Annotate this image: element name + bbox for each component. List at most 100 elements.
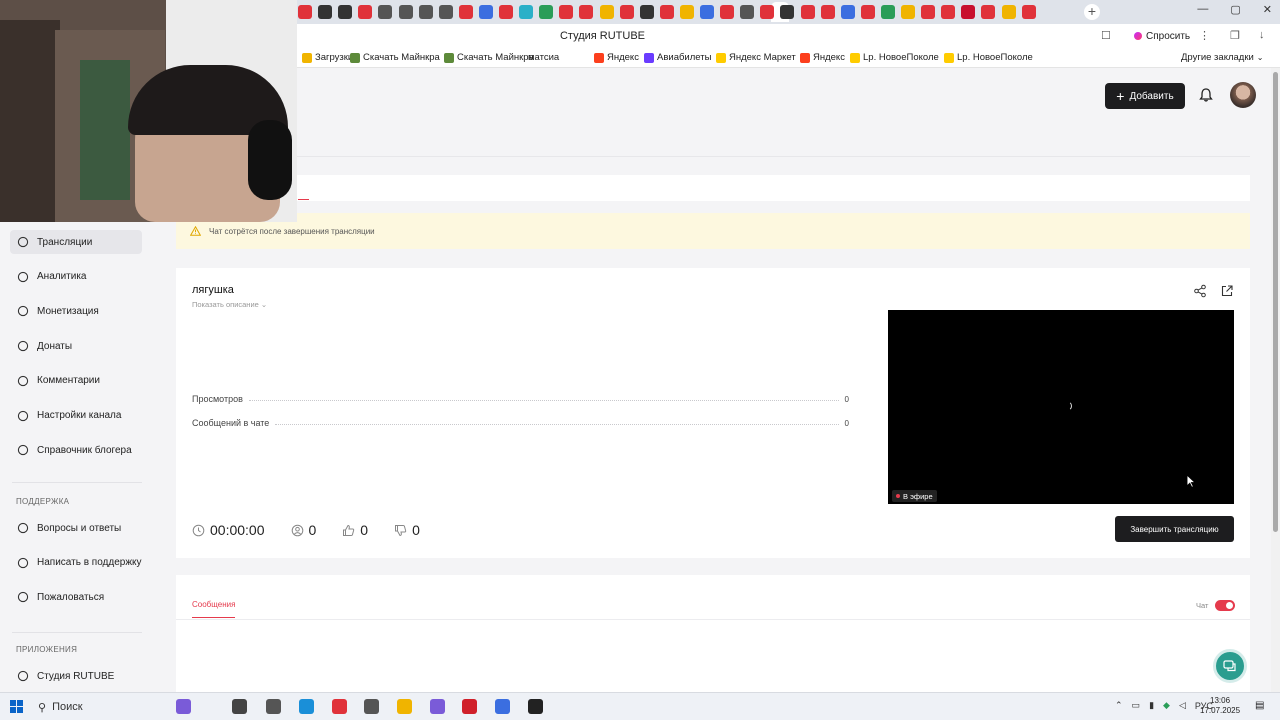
tab-favicon-icon[interactable]: [338, 5, 353, 19]
tab-selected-indicator[interactable]: [298, 175, 309, 200]
pinned-app-icon[interactable]: [364, 699, 379, 714]
chevron-up-icon[interactable]: ⌃: [1115, 700, 1123, 711]
tab-favicon-icon[interactable]: [679, 5, 694, 19]
bookmark-item[interactable]: Яндекс Маркет: [716, 52, 796, 63]
tab-favicon-icon[interactable]: [961, 5, 976, 19]
sidebar-item-guide[interactable]: Справочник блогера: [10, 438, 142, 462]
tab-favicon-icon[interactable]: [438, 5, 453, 19]
tab-favicon-icon[interactable]: [298, 5, 312, 19]
pinned-app-icon[interactable]: [430, 699, 445, 714]
share-icon[interactable]: [1193, 284, 1207, 298]
tab-favicon-icon[interactable]: [700, 5, 714, 19]
app-tray-icon[interactable]: ◆: [1163, 700, 1170, 711]
bookmark-item[interactable]: матсиа: [528, 52, 559, 63]
file-explorer-icon[interactable]: [397, 699, 412, 714]
bookmark-item[interactable]: Загрузки: [302, 52, 353, 63]
sidebar-item-donations[interactable]: Донаты: [10, 334, 142, 358]
network-icon[interactable]: ▭: [1132, 700, 1141, 711]
tab-favicon-icon[interactable]: [780, 5, 795, 19]
sidebar-item-mail[interactable]: Написать в поддержку: [10, 551, 142, 575]
end-stream-button[interactable]: Завершить трансляцию: [1115, 516, 1234, 542]
tab-favicon-icon[interactable]: [579, 5, 594, 19]
tab-favicon-icon[interactable]: [941, 5, 956, 19]
tab-favicon-icon[interactable]: [478, 5, 493, 19]
video-player[interactable]: В эфире: [888, 310, 1234, 504]
tab-favicon-icon[interactable]: [499, 5, 513, 19]
tab-favicon-icon[interactable]: [619, 5, 634, 19]
tab-favicon-icon[interactable]: [880, 5, 895, 19]
tab-favicon-icon[interactable]: [318, 5, 333, 19]
tab-favicon-icon[interactable]: [398, 5, 413, 19]
new-tab-button[interactable]: +: [1084, 4, 1100, 20]
taskbar-clock[interactable]: 13:06 17.07.2025: [1200, 696, 1240, 716]
tab-favicon-icon[interactable]: [740, 5, 755, 19]
tab-favicon-icon[interactable]: [760, 5, 775, 19]
sidebar-item-monetization[interactable]: Монетизация: [10, 299, 142, 323]
tab-favicon-icon[interactable]: [659, 5, 674, 19]
tab-favicon-icon[interactable]: [599, 5, 614, 19]
tab-favicon-icon[interactable]: [1001, 5, 1016, 19]
more-icon[interactable]: ⋮: [1199, 29, 1210, 42]
add-button[interactable]: + Добавить: [1105, 83, 1185, 109]
tab-favicon-icon[interactable]: [800, 5, 815, 19]
task-view-icon[interactable]: [232, 699, 247, 714]
collections-icon[interactable]: ❐: [1230, 29, 1240, 42]
sidebar-item-broadcast[interactable]: Трансляции: [10, 230, 142, 254]
minimize-icon[interactable]: —: [1197, 3, 1208, 16]
sidebar-item-studio[interactable]: Студия RUTUBE: [10, 664, 142, 688]
bookmark-item[interactable]: Авиабилеты: [644, 52, 711, 63]
yandex-browser-icon[interactable]: [332, 699, 347, 714]
tab-favicon-icon[interactable]: [458, 5, 473, 19]
tab-favicon-icon[interactable]: [860, 5, 875, 19]
download-icon[interactable]: ↓: [1259, 29, 1265, 41]
tab-favicon-icon[interactable]: [840, 5, 855, 19]
sidebar-item-analytics[interactable]: Аналитика: [10, 265, 142, 289]
volume-icon[interactable]: ◁: [1179, 700, 1186, 711]
open-external-icon[interactable]: [1220, 284, 1234, 298]
sidebar-item-faq[interactable]: Вопросы и ответы: [10, 516, 142, 540]
tab-favicon-icon[interactable]: [639, 5, 654, 19]
pinned-app-icon[interactable]: [176, 699, 191, 714]
tab-favicon-icon[interactable]: [921, 5, 936, 19]
scrollbar-thumb[interactable]: [1273, 72, 1278, 532]
pinned-app-icon[interactable]: [462, 699, 477, 714]
help-chat-button[interactable]: [1213, 649, 1247, 683]
tab-favicon-icon[interactable]: [559, 5, 574, 19]
bookmark-icon[interactable]: ☐: [1101, 29, 1111, 42]
bookmark-item[interactable]: Скачать Майнкра: [444, 52, 534, 63]
other-bookmarks[interactable]: Другие закладки ⌄: [1181, 52, 1264, 63]
tab-favicon-icon[interactable]: [539, 5, 554, 19]
page-scrollbar[interactable]: [1271, 68, 1280, 692]
tab-favicon-icon[interactable]: [378, 5, 393, 19]
browser-app-icon[interactable]: [299, 699, 314, 714]
pinned-app-icon[interactable]: [495, 699, 510, 714]
user-avatar[interactable]: [1230, 82, 1256, 108]
maximize-icon[interactable]: ▢: [1230, 3, 1240, 16]
bookmark-item[interactable]: Яндекс: [594, 52, 639, 63]
sidebar-item-flag[interactable]: Пожаловаться: [10, 585, 142, 609]
tab-favicon-icon[interactable]: [720, 5, 735, 19]
tab-favicon-icon[interactable]: [519, 5, 534, 19]
close-icon[interactable]: ✕: [1263, 3, 1272, 16]
tab-messages[interactable]: Сообщения: [192, 600, 236, 618]
bookmark-item[interactable]: Lp. НовоеПоколе: [944, 52, 1033, 63]
chat-toggle[interactable]: [1215, 600, 1235, 611]
tab-favicon-icon[interactable]: [358, 5, 373, 19]
sidebar-item-settings[interactable]: Настройки канала: [10, 404, 142, 428]
obs-studio-icon[interactable]: [528, 699, 543, 714]
bookmark-item[interactable]: Скачать Майнкра: [350, 52, 440, 63]
tab-favicon-icon[interactable]: [418, 5, 433, 19]
ask-button[interactable]: Спросить: [1128, 28, 1196, 44]
tab-favicon-icon[interactable]: [901, 5, 915, 19]
tab-favicon-icon[interactable]: [981, 5, 996, 19]
notifications-icon[interactable]: ▤: [1255, 700, 1264, 711]
windows-start-icon[interactable]: [10, 700, 23, 713]
bookmark-item[interactable]: Lp. НовоеПоколе: [850, 52, 939, 63]
pinned-app-icon[interactable]: [266, 699, 281, 714]
tab-favicon-icon[interactable]: [1021, 5, 1036, 19]
notifications-bell-icon[interactable]: [1198, 87, 1214, 103]
tab-favicon-icon[interactable]: [820, 5, 835, 19]
show-description-link[interactable]: Показать описание ⌄: [192, 300, 267, 309]
bookmark-item[interactable]: Яндекс: [800, 52, 845, 63]
microphone-icon[interactable]: ▮: [1149, 700, 1154, 711]
